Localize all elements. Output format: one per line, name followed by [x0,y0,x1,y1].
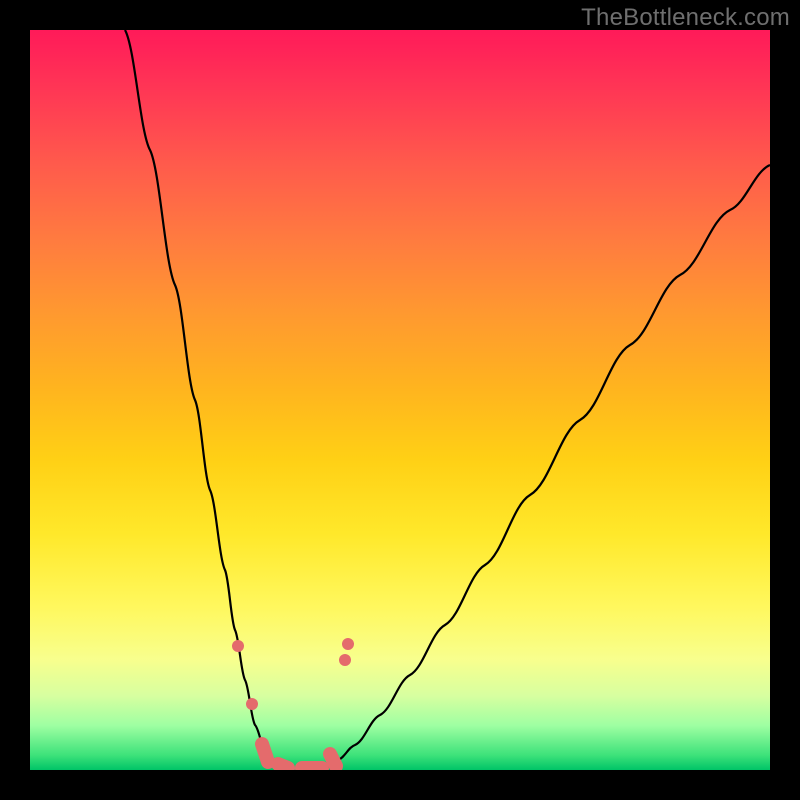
data-point-markers [232,638,354,710]
baseline-bar [330,754,336,766]
data-point-dot [232,640,244,652]
data-point-dot [246,698,258,710]
baseline-bar [278,764,288,768]
baseline-marker-bars [262,744,336,768]
left-bottleneck-curve [125,30,275,768]
chart-svg [30,30,770,770]
watermark-text: TheBottleneck.com [581,4,790,32]
data-point-dot [339,654,351,666]
chart-plot-area [30,30,770,770]
data-point-dot [342,638,354,650]
right-bottleneck-curve [322,165,770,770]
baseline-bar [262,744,268,762]
